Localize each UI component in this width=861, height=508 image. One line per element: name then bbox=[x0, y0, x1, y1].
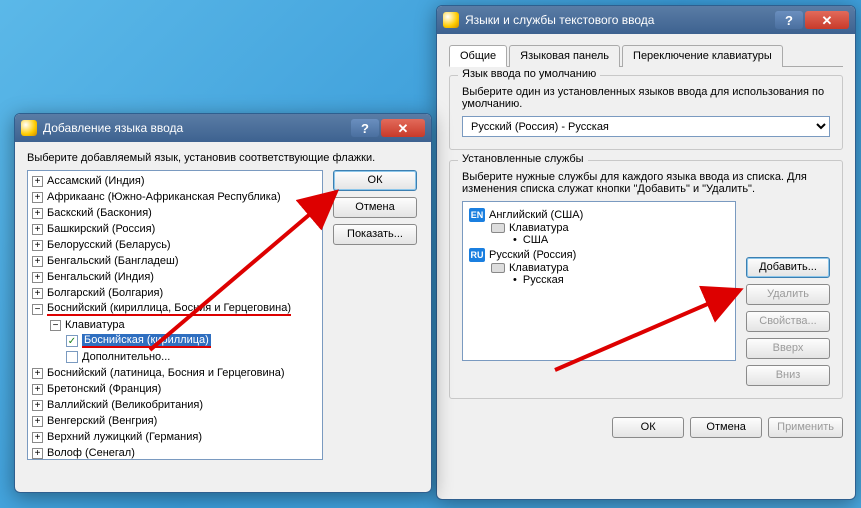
group-title: Язык ввода по умолчанию bbox=[458, 68, 600, 80]
window-title: Языки и службы текстового ввода bbox=[465, 13, 775, 27]
group-title: Установленные службы bbox=[458, 153, 588, 165]
show-button[interactable]: Показать... bbox=[333, 224, 417, 245]
list-layout-checked[interactable]: ✓Боснийская (кириллица) bbox=[30, 333, 318, 349]
collapse-icon[interactable]: − bbox=[32, 304, 43, 315]
dialog-buttons: ОК Отмена Показать... bbox=[333, 170, 417, 460]
instruction-text: Выберите добавляемый язык, установив соо… bbox=[27, 152, 419, 164]
titlebar: Языки и службы текстового ввода ? ✕ bbox=[437, 6, 855, 34]
apply-button[interactable]: Применить bbox=[768, 417, 843, 438]
default-language-combo[interactable]: Русский (Россия) - Русская bbox=[462, 116, 830, 137]
help-button[interactable]: ? bbox=[351, 119, 379, 137]
list-item[interactable]: +Бенгальский (Индия) bbox=[30, 269, 318, 285]
lang-en[interactable]: EN Английский (США) bbox=[469, 208, 729, 222]
window-title: Добавление языка ввода bbox=[43, 121, 351, 135]
list-subitem[interactable]: −Клавиатура bbox=[30, 317, 318, 333]
layout-ru[interactable]: Русская bbox=[469, 274, 729, 286]
expand-icon[interactable]: + bbox=[32, 400, 43, 411]
list-item[interactable]: +Белорусский (Беларусь) bbox=[30, 237, 318, 253]
close-button[interactable]: ✕ bbox=[805, 11, 849, 29]
keyboard-icon bbox=[491, 263, 505, 273]
list-item[interactable]: +Болгарский (Болгария) bbox=[30, 285, 318, 301]
down-button[interactable]: Вниз bbox=[746, 365, 830, 386]
checkbox-checked-icon[interactable]: ✓ bbox=[66, 335, 78, 347]
properties-button[interactable]: Свойства... bbox=[746, 311, 830, 332]
tabstrip: Общие Языковая панель Переключение клави… bbox=[449, 44, 843, 67]
expand-icon[interactable]: + bbox=[32, 208, 43, 219]
globe-icon bbox=[443, 12, 459, 28]
ok-button[interactable]: ОК bbox=[612, 417, 684, 438]
add-button[interactable]: Добавить... bbox=[746, 257, 830, 278]
cancel-button[interactable]: Отмена bbox=[333, 197, 417, 218]
expand-icon[interactable]: + bbox=[32, 448, 43, 459]
expand-icon[interactable]: + bbox=[32, 240, 43, 251]
tab-key-switch[interactable]: Переключение клавиатуры bbox=[622, 45, 783, 67]
close-button[interactable]: ✕ bbox=[381, 119, 425, 137]
list-item[interactable]: +Баскский (Баскония) bbox=[30, 205, 318, 221]
group-text: Выберите нужные службы для каждого языка… bbox=[462, 171, 830, 195]
layout-en[interactable]: США bbox=[469, 234, 729, 246]
expand-icon[interactable]: + bbox=[32, 176, 43, 187]
expand-icon[interactable]: + bbox=[32, 368, 43, 379]
group-text: Выберите один из установленных языков вв… bbox=[462, 86, 830, 110]
kbd-label: Клавиатура bbox=[469, 222, 729, 234]
expand-icon[interactable]: + bbox=[32, 192, 43, 203]
add-language-window: Добавление языка ввода ? ✕ Выберите доба… bbox=[14, 113, 432, 493]
expand-icon[interactable]: + bbox=[32, 432, 43, 443]
services-tree[interactable]: EN Английский (США) Клавиатура США RU Ру… bbox=[462, 201, 736, 361]
keyboard-icon bbox=[491, 223, 505, 233]
ok-button[interactable]: ОК bbox=[333, 170, 417, 191]
language-list[interactable]: +Ассамский (Индия) +Африкаанс (Южно-Афри… bbox=[27, 170, 323, 460]
checkbox-icon[interactable] bbox=[66, 351, 78, 363]
list-item[interactable]: +Волоф (Сенегал) bbox=[30, 445, 318, 460]
list-item[interactable]: +Бенгальский (Бангладеш) bbox=[30, 253, 318, 269]
expand-icon[interactable]: + bbox=[32, 288, 43, 299]
content: Выберите добавляемый язык, установив соо… bbox=[15, 142, 431, 472]
list-layout-more[interactable]: Дополнительно... bbox=[30, 349, 318, 365]
expand-icon[interactable]: + bbox=[32, 272, 43, 283]
titlebar: Добавление языка ввода ? ✕ bbox=[15, 114, 431, 142]
content: Общие Языковая панель Переключение клави… bbox=[437, 34, 855, 450]
help-button[interactable]: ? bbox=[775, 11, 803, 29]
cancel-button[interactable]: Отмена bbox=[690, 417, 762, 438]
lang-name: Английский (США) bbox=[489, 209, 583, 221]
text-services-window: Языки и службы текстового ввода ? ✕ Общи… bbox=[436, 5, 856, 500]
collapse-icon[interactable]: − bbox=[50, 320, 61, 331]
list-item[interactable]: +Башкирский (Россия) bbox=[30, 221, 318, 237]
list-item-expanded[interactable]: −Боснийский (кириллица, Босния и Герцего… bbox=[30, 301, 318, 317]
list-item[interactable]: +Валлийский (Великобритания) bbox=[30, 397, 318, 413]
expand-icon[interactable]: + bbox=[32, 256, 43, 267]
default-language-group: Язык ввода по умолчанию Выберите один из… bbox=[449, 75, 843, 150]
list-item[interactable]: +Верхний лужицкий (Германия) bbox=[30, 429, 318, 445]
list-item[interactable]: +Африкаанс (Южно-Африканская Республика) bbox=[30, 189, 318, 205]
tab-language-bar[interactable]: Языковая панель bbox=[509, 45, 620, 67]
list-item[interactable]: +Ассамский (Индия) bbox=[30, 173, 318, 189]
installed-services-group: Установленные службы Выберите нужные слу… bbox=[449, 160, 843, 399]
dialog-footer: ОК Отмена Применить bbox=[449, 409, 843, 438]
expand-icon[interactable]: + bbox=[32, 224, 43, 235]
expand-icon[interactable]: + bbox=[32, 416, 43, 427]
lang-ru[interactable]: RU Русский (Россия) bbox=[469, 248, 729, 262]
service-buttons: Добавить... Удалить Свойства... Вверх Вн… bbox=[746, 201, 830, 386]
globe-icon bbox=[21, 120, 37, 136]
lang-icon-en: EN bbox=[469, 208, 485, 222]
list-item[interactable]: +Венгерский (Венгрия) bbox=[30, 413, 318, 429]
delete-button[interactable]: Удалить bbox=[746, 284, 830, 305]
kbd-label: Клавиатура bbox=[469, 262, 729, 274]
up-button[interactable]: Вверх bbox=[746, 338, 830, 359]
expand-icon[interactable]: + bbox=[32, 384, 43, 395]
lang-name: Русский (Россия) bbox=[489, 249, 576, 261]
tab-general[interactable]: Общие bbox=[449, 45, 507, 67]
lang-icon-ru: RU bbox=[469, 248, 485, 262]
list-item[interactable]: +Бретонский (Франция) bbox=[30, 381, 318, 397]
list-item[interactable]: +Боснийский (латиница, Босния и Герцегов… bbox=[30, 365, 318, 381]
